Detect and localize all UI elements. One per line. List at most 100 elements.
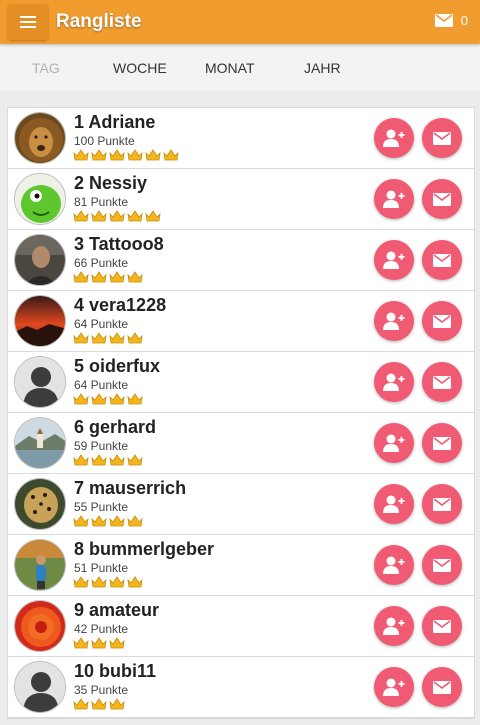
crown-icon: [73, 515, 89, 527]
add-person-icon: [383, 312, 405, 330]
ranking-row[interactable]: 4 vera1228 64 Punkte: [8, 291, 474, 352]
add-friend-button[interactable]: [374, 301, 414, 341]
tab-woche[interactable]: WOCHE: [113, 60, 167, 76]
points-label: 64 Punkte: [74, 317, 129, 331]
crown-icon: [73, 271, 89, 283]
add-friend-button[interactable]: [374, 484, 414, 524]
send-message-button[interactable]: [422, 423, 462, 463]
ranking-row[interactable]: 5 oiderfux 64 Punkte: [8, 352, 474, 413]
add-friend-button[interactable]: [374, 423, 414, 463]
rank-name[interactable]: 8 bummerlgeber: [74, 539, 214, 560]
points-label: 100 Punkte: [74, 134, 135, 148]
add-person-icon: [383, 129, 405, 147]
tab-tag[interactable]: TAG: [32, 60, 60, 76]
ranking-row[interactable]: 8 bummerlgeber 51 Punkte: [8, 535, 474, 596]
avatar[interactable]: [14, 600, 66, 652]
crown-rating: [73, 149, 179, 161]
add-friend-button[interactable]: [374, 179, 414, 219]
add-friend-button[interactable]: [374, 240, 414, 280]
rank-name[interactable]: 2 Nessiy: [74, 173, 147, 194]
avatar[interactable]: [14, 478, 66, 530]
envelope-icon: [433, 497, 451, 511]
crown-icon: [73, 149, 89, 161]
add-friend-button[interactable]: [374, 606, 414, 646]
send-message-button[interactable]: [422, 667, 462, 707]
tab-jahr[interactable]: JAHR: [304, 60, 341, 76]
avatar[interactable]: [14, 173, 66, 225]
messages-indicator[interactable]: 0: [434, 13, 468, 28]
menu-button[interactable]: [8, 4, 48, 40]
send-message-button[interactable]: [422, 362, 462, 402]
rank-name[interactable]: 9 amateur: [74, 600, 159, 621]
ranking-row[interactable]: 6 gerhard 59 Punkte: [8, 413, 474, 474]
rank-name[interactable]: 6 gerhard: [74, 417, 156, 438]
envelope-icon: [433, 253, 451, 267]
crown-rating: [73, 210, 161, 222]
crown-icon: [127, 271, 143, 283]
add-person-icon: [383, 495, 405, 513]
envelope-icon: [433, 375, 451, 389]
points-label: 55 Punkte: [74, 500, 129, 514]
ranking-row[interactable]: 7 mauserrich 55 Punkte: [8, 474, 474, 535]
crown-icon: [109, 576, 125, 588]
envelope-icon: [433, 131, 451, 145]
add-person-icon: [383, 373, 405, 391]
send-message-button[interactable]: [422, 545, 462, 585]
crown-icon: [109, 515, 125, 527]
add-person-icon: [383, 434, 405, 452]
crown-icon: [91, 637, 107, 649]
avatar[interactable]: [14, 417, 66, 469]
envelope-icon: [433, 436, 451, 450]
envelope-icon: [433, 619, 451, 633]
ranking-row[interactable]: 10 bubi11 35 Punkte: [8, 657, 474, 718]
points-label: 42 Punkte: [74, 622, 129, 636]
ranking-row[interactable]: 1 Adriane 100 Punkte: [8, 108, 474, 169]
ranking-row[interactable]: 9 amateur 42 Punkte: [8, 596, 474, 657]
crown-icon: [91, 454, 107, 466]
send-message-button[interactable]: [422, 606, 462, 646]
rank-name[interactable]: 3 Tattooo8: [74, 234, 164, 255]
crown-icon: [163, 149, 179, 161]
rank-name[interactable]: 1 Adriane: [74, 112, 155, 133]
send-message-button[interactable]: [422, 240, 462, 280]
avatar[interactable]: [14, 539, 66, 591]
points-label: 66 Punkte: [74, 256, 129, 270]
crown-rating: [73, 454, 143, 466]
crown-icon: [109, 332, 125, 344]
avatar[interactable]: [14, 356, 66, 408]
envelope-icon: [433, 314, 451, 328]
crown-icon: [145, 210, 161, 222]
tab-monat[interactable]: MONAT: [205, 60, 255, 76]
avatar[interactable]: [14, 112, 66, 164]
add-friend-button[interactable]: [374, 667, 414, 707]
crown-icon: [109, 637, 125, 649]
send-message-button[interactable]: [422, 118, 462, 158]
crown-icon: [91, 332, 107, 344]
crown-icon: [91, 576, 107, 588]
crown-rating: [73, 698, 125, 710]
ranking-row[interactable]: 2 Nessiy 81 Punkte: [8, 169, 474, 230]
app-bar: Rangliste 0: [0, 0, 480, 44]
rank-name[interactable]: 4 vera1228: [74, 295, 166, 316]
rank-name[interactable]: 7 mauserrich: [74, 478, 186, 499]
period-tabs: TAG WOCHE MONAT JAHR: [0, 44, 480, 91]
crown-icon: [127, 515, 143, 527]
points-label: 51 Punkte: [74, 561, 129, 575]
add-friend-button[interactable]: [374, 118, 414, 158]
crown-rating: [73, 637, 125, 649]
send-message-button[interactable]: [422, 484, 462, 524]
add-friend-button[interactable]: [374, 545, 414, 585]
crown-icon: [91, 149, 107, 161]
rank-name[interactable]: 10 bubi11: [74, 661, 156, 682]
crown-rating: [73, 576, 143, 588]
add-friend-button[interactable]: [374, 362, 414, 402]
rank-name[interactable]: 5 oiderfux: [74, 356, 160, 377]
avatar[interactable]: [14, 295, 66, 347]
crown-icon: [73, 637, 89, 649]
avatar[interactable]: [14, 661, 66, 713]
send-message-button[interactable]: [422, 179, 462, 219]
avatar[interactable]: [14, 234, 66, 286]
crown-icon: [109, 149, 125, 161]
send-message-button[interactable]: [422, 301, 462, 341]
ranking-row[interactable]: 3 Tattooo8 66 Punkte: [8, 230, 474, 291]
